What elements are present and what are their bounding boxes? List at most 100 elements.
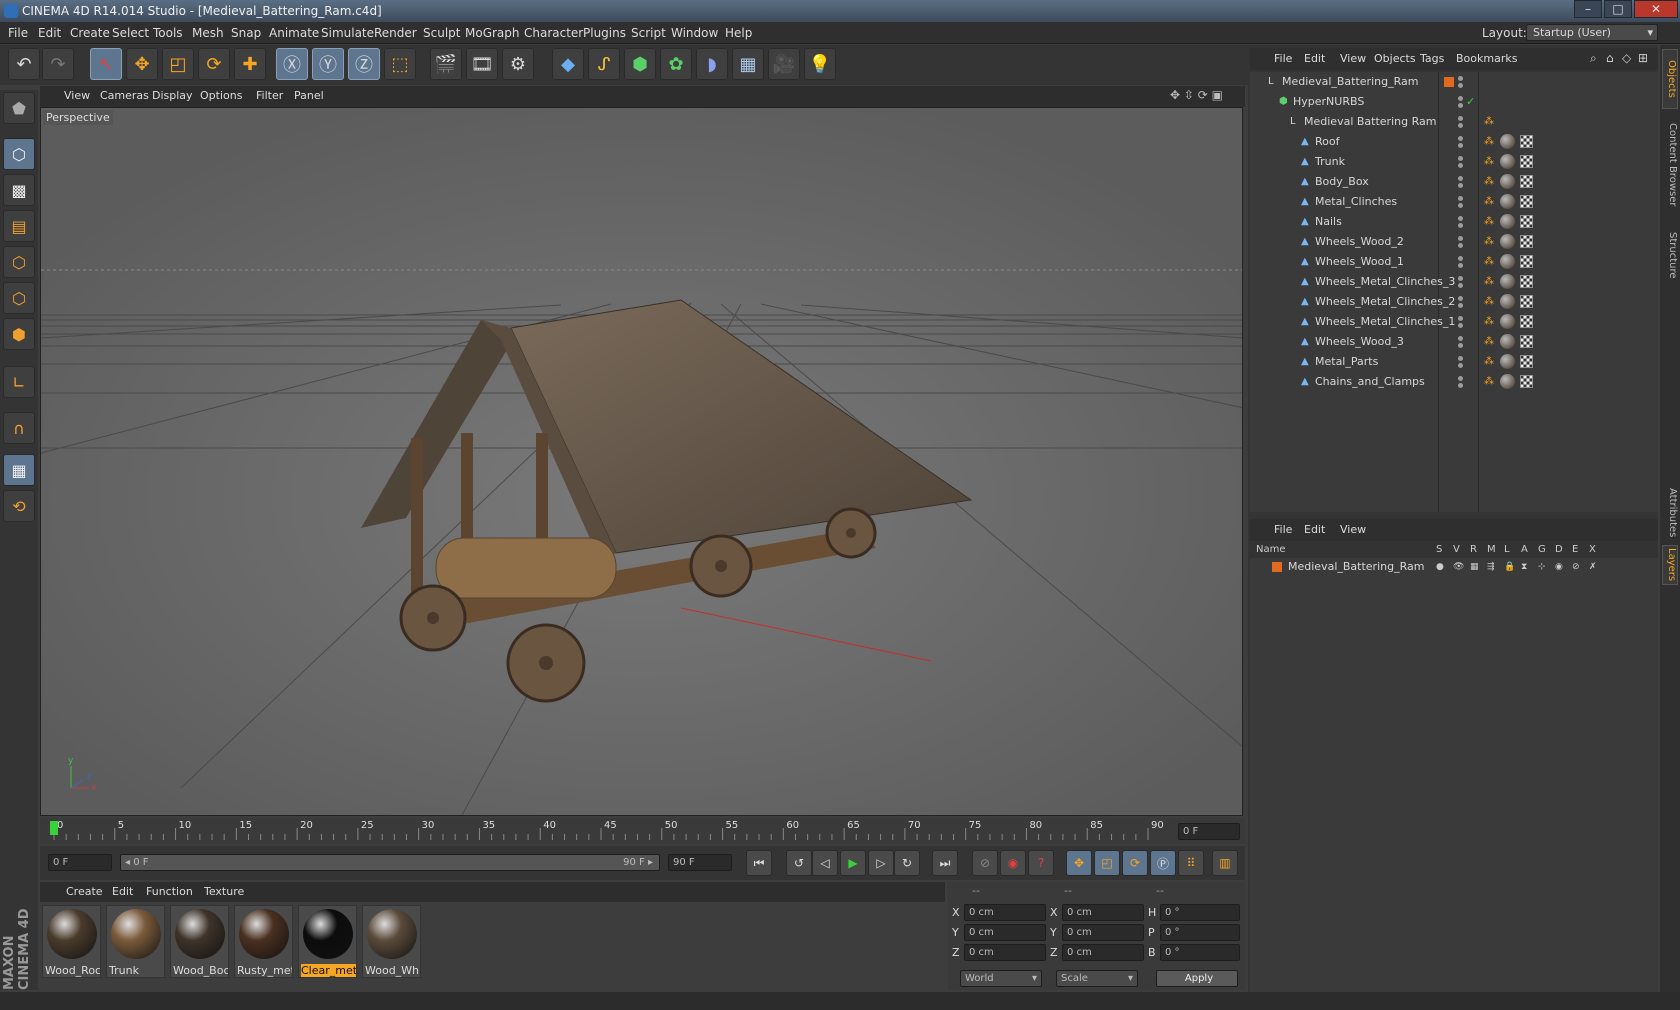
uvw-tag-icon[interactable] — [1520, 175, 1533, 188]
material-tag-icon[interactable] — [1500, 354, 1515, 369]
layer-menu-edit[interactable]: Edit — [1304, 523, 1325, 536]
material-tag-icon[interactable] — [1500, 314, 1515, 329]
layer-color-swatch[interactable] — [1272, 562, 1282, 572]
workplane-lock-icon[interactable]: ▦ — [3, 454, 35, 486]
editor-visibility-dot[interactable] — [1458, 216, 1463, 221]
menu-window[interactable]: Window — [671, 26, 718, 40]
viewport-menu-filter[interactable]: Filter — [256, 89, 283, 102]
go-to-start-icon[interactable]: ⏮ — [746, 850, 772, 876]
object-menu-file[interactable]: File — [1274, 52, 1292, 65]
material-tag-icon[interactable] — [1500, 334, 1515, 349]
phong-tag-icon[interactable]: ⁂ — [1484, 212, 1494, 232]
viewport[interactable]: Perspective y z x — [40, 107, 1243, 816]
layer-menu-view[interactable]: View — [1340, 523, 1366, 536]
phong-tag-icon[interactable]: ⁂ — [1484, 352, 1494, 372]
side-tab-structure[interactable]: Structure — [1662, 225, 1678, 285]
object-row[interactable]: ▲ Metal_Parts ⁂ — [1250, 352, 1658, 372]
current-frame-field[interactable]: 0 F — [1178, 823, 1240, 840]
object-row[interactable]: ▲ Wheels_Metal_Clinches_2 ⁂ — [1250, 292, 1658, 312]
spline-pen-icon[interactable]: ᔑ — [588, 48, 620, 80]
minimize-button[interactable]: – — [1574, 0, 1602, 18]
edges-mode-icon[interactable]: ⬡ — [3, 282, 35, 314]
render-picture-viewer-icon[interactable]: 🎞 — [466, 48, 498, 80]
editor-visibility-dot[interactable] — [1458, 236, 1463, 241]
menu-plugins[interactable]: Plugins — [583, 26, 626, 40]
snap-magnet-icon[interactable]: ∩ — [3, 412, 35, 444]
menu-animate[interactable]: Animate — [269, 26, 319, 40]
menu-mesh[interactable]: Mesh — [192, 26, 224, 40]
object-row[interactable]: ▲ Wheels_Metal_Clinches_1 ⁂ — [1250, 312, 1658, 332]
phong-tag-icon[interactable]: ⁂ — [1484, 312, 1494, 332]
editor-visibility-dot[interactable] — [1458, 276, 1463, 281]
editor-visibility-dot[interactable] — [1458, 136, 1463, 141]
object-row[interactable]: ⬢ HyperNURBS ✓ — [1250, 92, 1658, 112]
object-row[interactable]: ▲ Nails ⁂ — [1250, 212, 1658, 232]
floor-icon[interactable]: ▦ — [732, 48, 764, 80]
points-mode-icon[interactable]: ⬡ — [3, 246, 35, 278]
layer-col-s[interactable]: S — [1436, 544, 1442, 555]
previous-frame-icon[interactable]: ◁ — [812, 850, 838, 876]
help-icon[interactable]: ? — [1028, 850, 1054, 876]
layer-toggle-icon[interactable]: ▦ — [1470, 558, 1479, 576]
camera-icon[interactable]: 🎥 — [768, 48, 800, 80]
uvw-tag-icon[interactable] — [1520, 235, 1533, 248]
menu-file[interactable]: File — [8, 26, 28, 40]
render-visibility-dot[interactable] — [1458, 183, 1463, 188]
phong-tag-icon[interactable]: ⁂ — [1484, 372, 1494, 392]
material-tag-icon[interactable] — [1500, 174, 1515, 189]
material-menu-texture[interactable]: Texture — [204, 885, 244, 898]
play-icon[interactable]: ▶ — [840, 850, 866, 876]
redo-icon[interactable]: ↷ — [42, 48, 74, 80]
material-menu-function[interactable]: Function — [146, 885, 193, 898]
light-icon[interactable]: 💡 — [804, 48, 836, 80]
material-tag-icon[interactable] — [1500, 154, 1515, 169]
object-row[interactable]: ▲ Wheels_Wood_2 ⁂ — [1250, 232, 1658, 252]
render-visibility-dot[interactable] — [1458, 143, 1463, 148]
uvw-tag-icon[interactable] — [1520, 295, 1533, 308]
coord-size-field[interactable]: 0 cm — [1062, 944, 1144, 961]
layer-col-v[interactable]: V — [1453, 544, 1460, 555]
x-axis-lock-icon[interactable]: Ⓧ — [276, 48, 308, 80]
material-tag-icon[interactable] — [1500, 254, 1515, 269]
editor-visibility-dot[interactable] — [1458, 316, 1463, 321]
menu-simulate[interactable]: Simulate — [321, 26, 374, 40]
phong-tag-icon[interactable]: ⁂ — [1484, 192, 1494, 212]
axis-mode-icon[interactable]: ∟ — [3, 366, 35, 398]
layout-select[interactable]: Startup (User) ▾ — [1526, 24, 1658, 41]
apply-button[interactable]: Apply — [1156, 970, 1238, 987]
menu-tools[interactable]: Tools — [153, 26, 183, 40]
phong-tag-icon[interactable]: ⁂ — [1484, 152, 1494, 172]
menu-help[interactable]: Help — [725, 26, 752, 40]
side-tab-content-browser[interactable]: Content Browser — [1662, 115, 1678, 215]
viewport-menu-view[interactable]: View — [64, 89, 90, 102]
side-tab-attributes[interactable]: Attributes — [1662, 485, 1678, 541]
render-visibility-dot[interactable] — [1458, 343, 1463, 348]
layer-toggle-icon[interactable]: ⊘ — [1572, 558, 1580, 576]
material-tag-icon[interactable] — [1500, 234, 1515, 249]
phong-tag-icon[interactable]: ⁂ — [1484, 272, 1494, 292]
object-row[interactable]: ▲ Metal_Clinches ⁂ — [1250, 192, 1658, 212]
layer-col-x[interactable]: X — [1589, 544, 1596, 555]
next-key-icon[interactable]: ↻ — [894, 850, 920, 876]
render-visibility-dot[interactable] — [1458, 243, 1463, 248]
menu-select[interactable]: Select — [112, 26, 149, 40]
viewport-nav-icons[interactable]: ✥ ⇳ ⟳ ▣ — [1170, 88, 1223, 102]
material-tag-icon[interactable] — [1500, 214, 1515, 229]
coord-pos-field[interactable]: 0 cm — [964, 944, 1046, 961]
editor-visibility-dot[interactable] — [1458, 196, 1463, 201]
uvw-tag-icon[interactable] — [1520, 355, 1533, 368]
coord-rot-field[interactable]: 0 ° — [1160, 904, 1240, 921]
close-button[interactable]: ✕ — [1634, 0, 1678, 18]
rotate-icon[interactable]: ⟳ — [198, 48, 230, 80]
menu-render[interactable]: Render — [374, 26, 417, 40]
editor-visibility-dot[interactable] — [1458, 156, 1463, 161]
menu-snap[interactable]: Snap — [231, 26, 261, 40]
layer-toggle-icon[interactable]: ⊹ — [1538, 558, 1546, 576]
layer-toggle-icon[interactable]: ● — [1436, 558, 1444, 576]
object-row[interactable]: L Medieval Battering Ram ⁂ — [1250, 112, 1658, 132]
y-axis-lock-icon[interactable]: Ⓨ — [312, 48, 344, 80]
editor-visibility-dot[interactable] — [1458, 96, 1463, 101]
layer-toggle-icon[interactable]: ⧗ — [1521, 558, 1527, 576]
phong-tag-icon[interactable]: ⁂ — [1484, 332, 1494, 352]
menu-character[interactable]: Character — [524, 26, 583, 40]
